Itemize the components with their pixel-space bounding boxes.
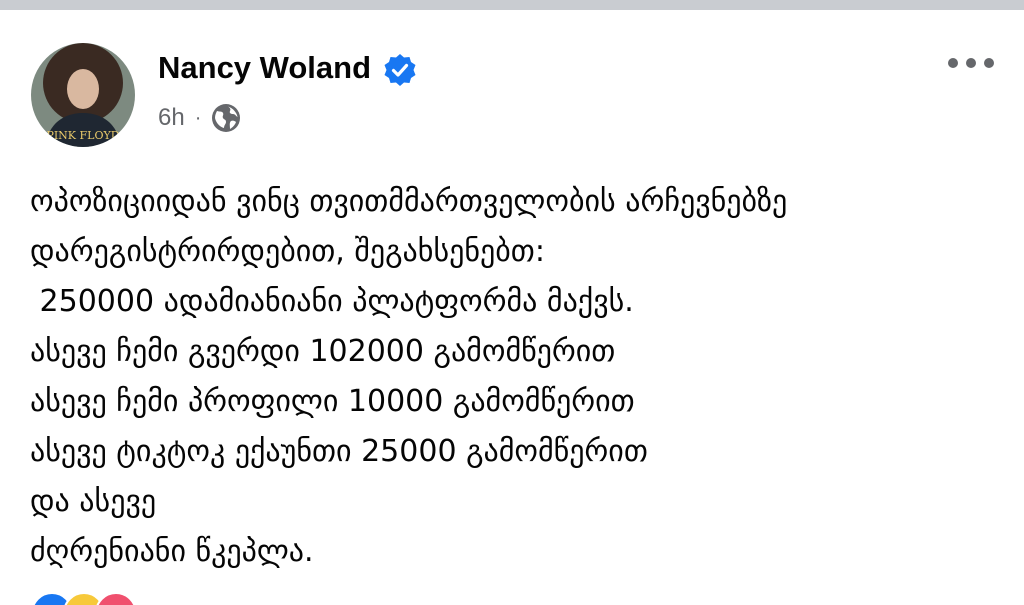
post-line: ძღრენიანი წკეპლა. [30, 534, 314, 569]
svg-text:PINK FLOYD: PINK FLOYD [46, 129, 119, 142]
top-divider [0, 0, 1024, 10]
reaction-summary[interactable] [31, 592, 137, 605]
post-line: ასევე ტიკტოკ ექაუნთი 25000 გამომწერით [30, 434, 648, 469]
post-line: ასევე ჩემი პროფილი 10000 გამომწერით [30, 384, 635, 419]
globe-icon[interactable] [211, 103, 241, 133]
more-options-icon [948, 58, 994, 68]
post-line: 250000 ადამიანიანი პლატფორმა მაქვს. [30, 284, 634, 319]
post-line: და ასევე [30, 484, 157, 519]
post-line: ასევე ჩემი გვერდი 102000 გამომწერით [30, 334, 616, 369]
facebook-post: PINK FLOYD Nancy Woland 6h · ოპოზიციიდან… [0, 0, 1024, 605]
post-text: ოპოზიციიდან ვინც თვითმმართველობის არჩევნ… [30, 177, 1010, 577]
love-reaction-icon [95, 592, 137, 605]
meta-separator: · [194, 106, 202, 129]
more-options-button[interactable] [940, 46, 1002, 80]
post-line: ოპოზიციიდან ვინც თვითმმართველობის არჩევნ… [30, 184, 788, 219]
author-name[interactable]: Nancy Woland [158, 50, 371, 86]
post-timestamp[interactable]: 6h [158, 104, 185, 132]
verified-badge-icon [384, 54, 416, 86]
author-avatar[interactable]: PINK FLOYD [31, 43, 135, 147]
post-meta: 6h · [158, 101, 241, 135]
post-line: დარეგისტრირდებით, შეგახსენებთ: [30, 234, 545, 269]
